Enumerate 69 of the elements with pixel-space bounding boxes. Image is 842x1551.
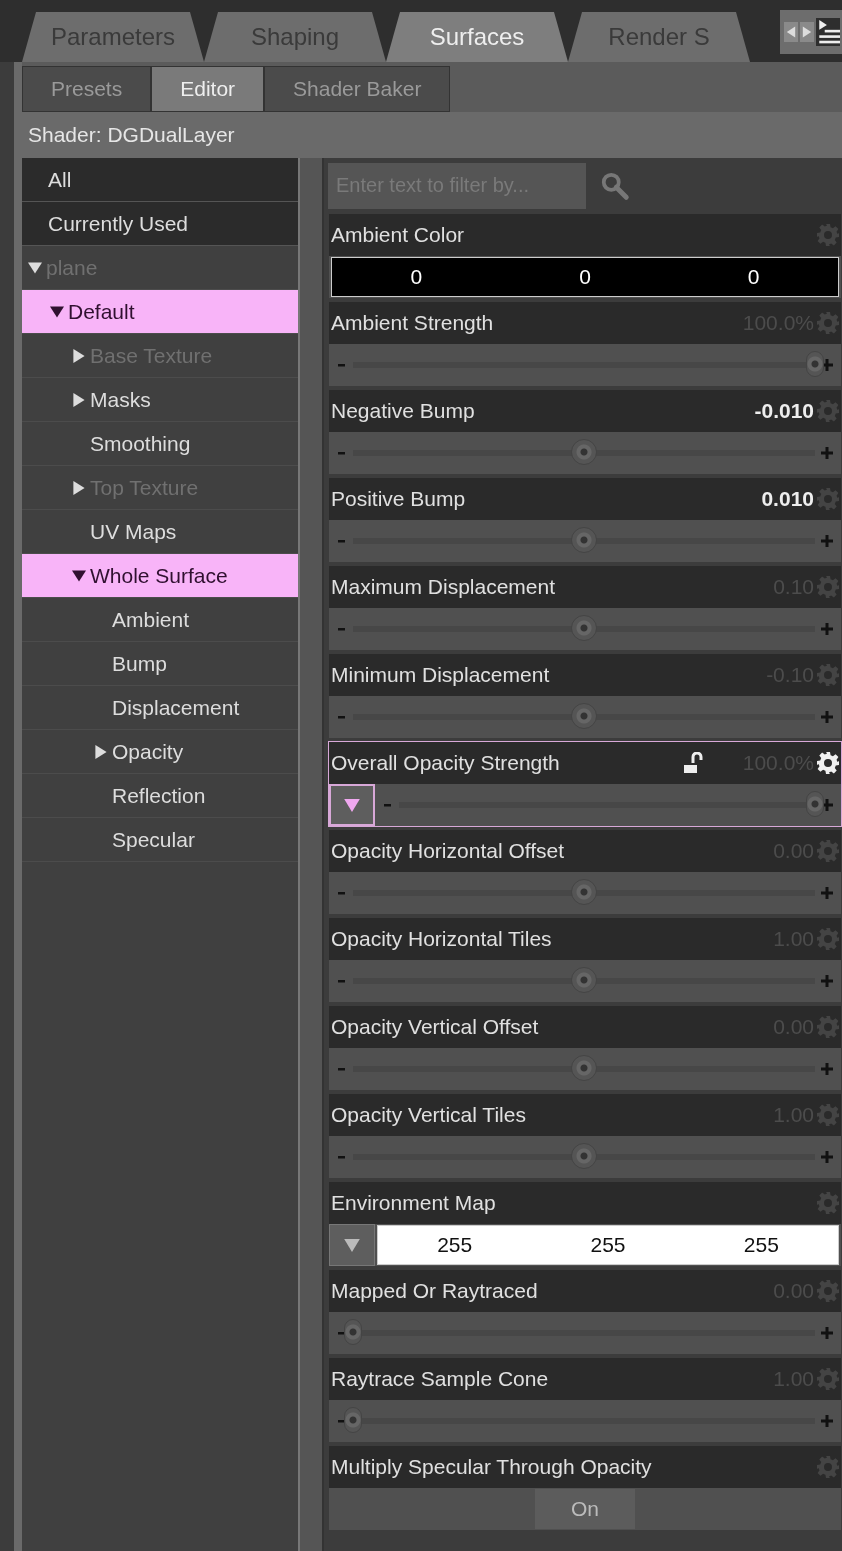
plus-icon[interactable]: [821, 887, 833, 899]
color-field[interactable]: 0 0 0: [331, 257, 839, 297]
slider-thumb[interactable]: [806, 791, 824, 817]
plus-icon[interactable]: [821, 623, 833, 635]
property-value: 0.010: [761, 487, 814, 511]
property-label: Opacity Horizontal Tiles: [331, 927, 553, 951]
tree-item-label: UV Maps: [90, 519, 177, 544]
property-label: Multiply Specular Through Opacity: [331, 1455, 653, 1479]
property-value: -0.010: [754, 399, 814, 423]
property-label: Positive Bump: [331, 487, 467, 511]
panel-splitter[interactable]: [298, 158, 324, 1551]
property-label: Raytrace Sample Cone: [331, 1367, 550, 1391]
menu-icon[interactable]: [816, 18, 840, 46]
color-field[interactable]: 255 255 255: [377, 1225, 839, 1265]
property-label: Opacity Horizontal Offset: [331, 839, 566, 863]
plus-icon[interactable]: [821, 1415, 833, 1427]
property-label: Ambient Strength: [331, 311, 495, 335]
property-label: Environment Map: [331, 1191, 497, 1215]
slider-thumb[interactable]: [344, 1407, 362, 1433]
shader-label: Shader: DGDualLayer: [28, 123, 235, 147]
plus-icon[interactable]: [821, 359, 833, 371]
tree-item-label: Opacity: [112, 739, 184, 764]
caret-icon[interactable]: [344, 798, 360, 812]
property-label: Negative Bump: [331, 399, 476, 423]
slider-thumb[interactable]: [571, 439, 597, 465]
property-label: Overall Opacity Strength: [331, 751, 561, 775]
tree-item-label: Displacement: [112, 695, 240, 720]
slider-thumb[interactable]: [571, 1055, 597, 1081]
tree-item-label: Default: [68, 299, 135, 324]
gear-icon[interactable]: [816, 751, 840, 775]
slider-thumb[interactable]: [806, 351, 824, 377]
unlocked-padlock-icon[interactable]: [682, 752, 703, 774]
plus-icon[interactable]: [821, 1063, 833, 1075]
map-dropdown-button[interactable]: [329, 1224, 375, 1266]
caret-icon[interactable]: [344, 1238, 360, 1252]
property-label: Ambient Color: [331, 223, 466, 247]
search-icon[interactable]: [600, 170, 630, 201]
slider-thumb[interactable]: [344, 1319, 362, 1345]
panel-tab[interactable]: Surfaces: [386, 12, 568, 62]
filter-item[interactable]: Currently Used: [22, 202, 298, 246]
plus-icon[interactable]: [821, 711, 833, 723]
plus-icon[interactable]: [821, 975, 833, 987]
plus-icon[interactable]: [821, 1327, 833, 1339]
tree-item-label: Whole Surface: [90, 563, 228, 588]
slider-thumb[interactable]: [571, 615, 597, 641]
tree-item-label: Masks: [90, 387, 151, 412]
plus-icon[interactable]: [821, 447, 833, 459]
filter-item[interactable]: All: [22, 158, 298, 202]
plus-icon[interactable]: [821, 1151, 833, 1163]
slider-thumb[interactable]: [571, 1143, 597, 1169]
slider-thumb[interactable]: [571, 703, 597, 729]
tree-item-label: Ambient: [112, 607, 190, 632]
slider-thumb[interactable]: [571, 527, 597, 553]
plus-icon[interactable]: [821, 799, 833, 811]
tree-item-label: Reflection: [112, 783, 206, 808]
plus-icon[interactable]: [821, 535, 833, 547]
tree-item-label: Bump: [112, 651, 167, 676]
slider-thumb[interactable]: [571, 967, 597, 993]
property-label: Opacity Vertical Offset: [331, 1015, 540, 1039]
property-label: Minimum Displacement: [331, 663, 551, 687]
slider-thumb[interactable]: [571, 879, 597, 905]
property-label: Maximum Displacement: [331, 575, 557, 599]
scroll-left-icon[interactable]: [784, 22, 798, 42]
tree-item-label: Smoothing: [90, 431, 191, 456]
editor-tab[interactable]: Editor: [151, 66, 265, 112]
property-label: Mapped Or Raytraced: [331, 1279, 539, 1303]
map-dropdown-button[interactable]: [329, 784, 375, 826]
property-label: Opacity Vertical Tiles: [331, 1103, 527, 1127]
tree-item-label: Specular: [112, 827, 195, 852]
